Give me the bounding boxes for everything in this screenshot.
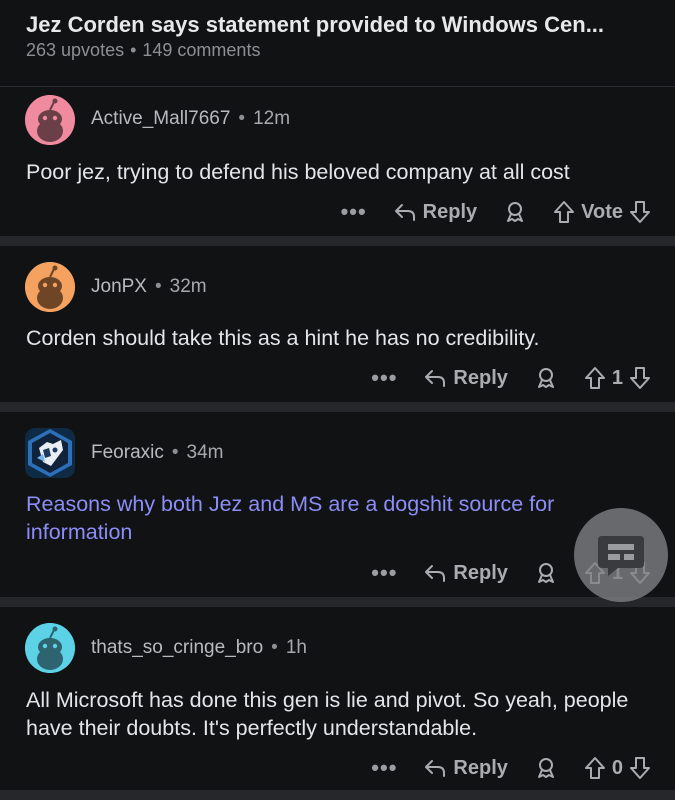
more-options-button[interactable]: ••• (371, 560, 397, 586)
timestamp: 12m (253, 108, 291, 129)
separator-dot: • (154, 276, 162, 297)
comment-separator (0, 790, 675, 800)
post-meta: 263 upvotes • 149 comments (26, 40, 260, 61)
vote-control: Vote (553, 200, 651, 224)
comment-link[interactable]: Reasons why both Jez and MS are a dogshi… (26, 490, 646, 546)
reply-button[interactable]: Reply (423, 366, 508, 390)
vote-control: 0 (584, 756, 651, 780)
username[interactable]: Active_Mall7667 (91, 108, 230, 129)
avatar[interactable] (25, 428, 75, 478)
comment-actions: ••• Reply Vote (341, 197, 651, 227)
award-button[interactable] (534, 561, 558, 585)
award-icon (537, 758, 554, 778)
separator-dot: • (130, 40, 137, 60)
reply-arrow-icon (425, 760, 446, 777)
comment-author[interactable]: Active_Mall7667 • 12m (91, 108, 290, 130)
reply-button[interactable]: Reply (423, 756, 508, 780)
award-icon (537, 563, 554, 583)
upvote-icon[interactable] (584, 366, 606, 390)
reply-arrow-icon (425, 565, 446, 582)
award-icon (537, 368, 554, 388)
reply-label: Reply (453, 366, 508, 389)
chat-floating-button[interactable] (574, 508, 668, 602)
comment-separator (0, 597, 675, 607)
separator-dot: • (171, 442, 179, 463)
comment-body: Poor jez, trying to defend his beloved c… (26, 160, 570, 184)
custom-avatar-icon (28, 429, 72, 477)
separator-dot: • (271, 637, 278, 658)
timestamp: 32m (169, 276, 207, 297)
reply-arrow-icon (394, 204, 415, 221)
comment-actions: ••• Reply 1 (371, 363, 651, 393)
username[interactable]: JonPX (91, 276, 147, 297)
reply-label: Reply (453, 561, 508, 584)
reply-label: Reply (422, 200, 478, 223)
more-options-button[interactable]: ••• (371, 755, 397, 781)
timestamp: 34m (186, 442, 224, 463)
comment-actions: ••• Reply 0 (371, 753, 651, 783)
avatar[interactable] (25, 623, 75, 673)
comment-separator (0, 402, 675, 412)
downvote-icon[interactable] (629, 366, 651, 390)
upvote-count: 263 upvotes (26, 40, 125, 60)
vote-count: 1 (611, 366, 623, 389)
comment-body: All Microsoft has done this gen is lie a… (26, 688, 629, 740)
vote-count: 0 (611, 756, 623, 779)
comment: Feoraxic • 34m Reasons why both Jez and MS… (0, 412, 675, 597)
reply-button[interactable]: Reply (393, 201, 477, 224)
comment-count: 149 comments (142, 40, 261, 60)
more-options-button[interactable]: ••• (341, 199, 367, 225)
upvote-icon[interactable] (553, 200, 575, 224)
avatar[interactable] (25, 95, 75, 145)
reply-arrow-icon (425, 370, 446, 387)
award-button[interactable] (534, 366, 558, 390)
username[interactable]: thats_so_cringe_bro (91, 637, 263, 658)
more-options-button[interactable]: ••• (371, 365, 397, 391)
snoo-avatar-icon (25, 623, 75, 673)
downvote-icon[interactable] (629, 756, 651, 780)
downvote-icon[interactable] (629, 200, 651, 224)
separator-dot: • (238, 108, 246, 129)
username[interactable]: Feoraxic (91, 442, 164, 463)
comment-author[interactable]: thats_so_cringe_bro • 1h (91, 637, 307, 659)
upvote-icon[interactable] (584, 756, 606, 780)
snoo-avatar-icon (25, 95, 75, 145)
post-header: Jez Corden says statement provided to Wi… (0, 0, 675, 87)
comment: Active_Mall7667 • 12m Poor jez, trying to … (0, 87, 675, 236)
comment: thats_so_cringe_bro • 1h All Microsoft has… (0, 607, 675, 790)
chat-bubble-icon (598, 536, 644, 576)
award-button[interactable] (534, 756, 558, 780)
comment-author[interactable]: Feoraxic • 34m (91, 442, 223, 464)
timestamp: 1h (285, 637, 307, 658)
avatar[interactable] (25, 262, 75, 312)
comment-body: Corden should take this as a hint he has… (26, 326, 540, 350)
award-button[interactable] (503, 200, 527, 224)
award-icon (507, 202, 524, 222)
comment-author[interactable]: JonPX • 32m (91, 276, 207, 298)
vote-control: 1 (584, 366, 651, 390)
reply-label: Reply (453, 756, 508, 779)
snoo-avatar-icon (25, 262, 75, 312)
post-title[interactable]: Jez Corden says statement provided to Wi… (26, 12, 656, 38)
vote-count: Vote (581, 200, 623, 223)
comment-separator (0, 236, 675, 246)
reply-button[interactable]: Reply (423, 561, 508, 585)
comment: JonPX • 32m Corden should take this as a h… (0, 246, 675, 402)
